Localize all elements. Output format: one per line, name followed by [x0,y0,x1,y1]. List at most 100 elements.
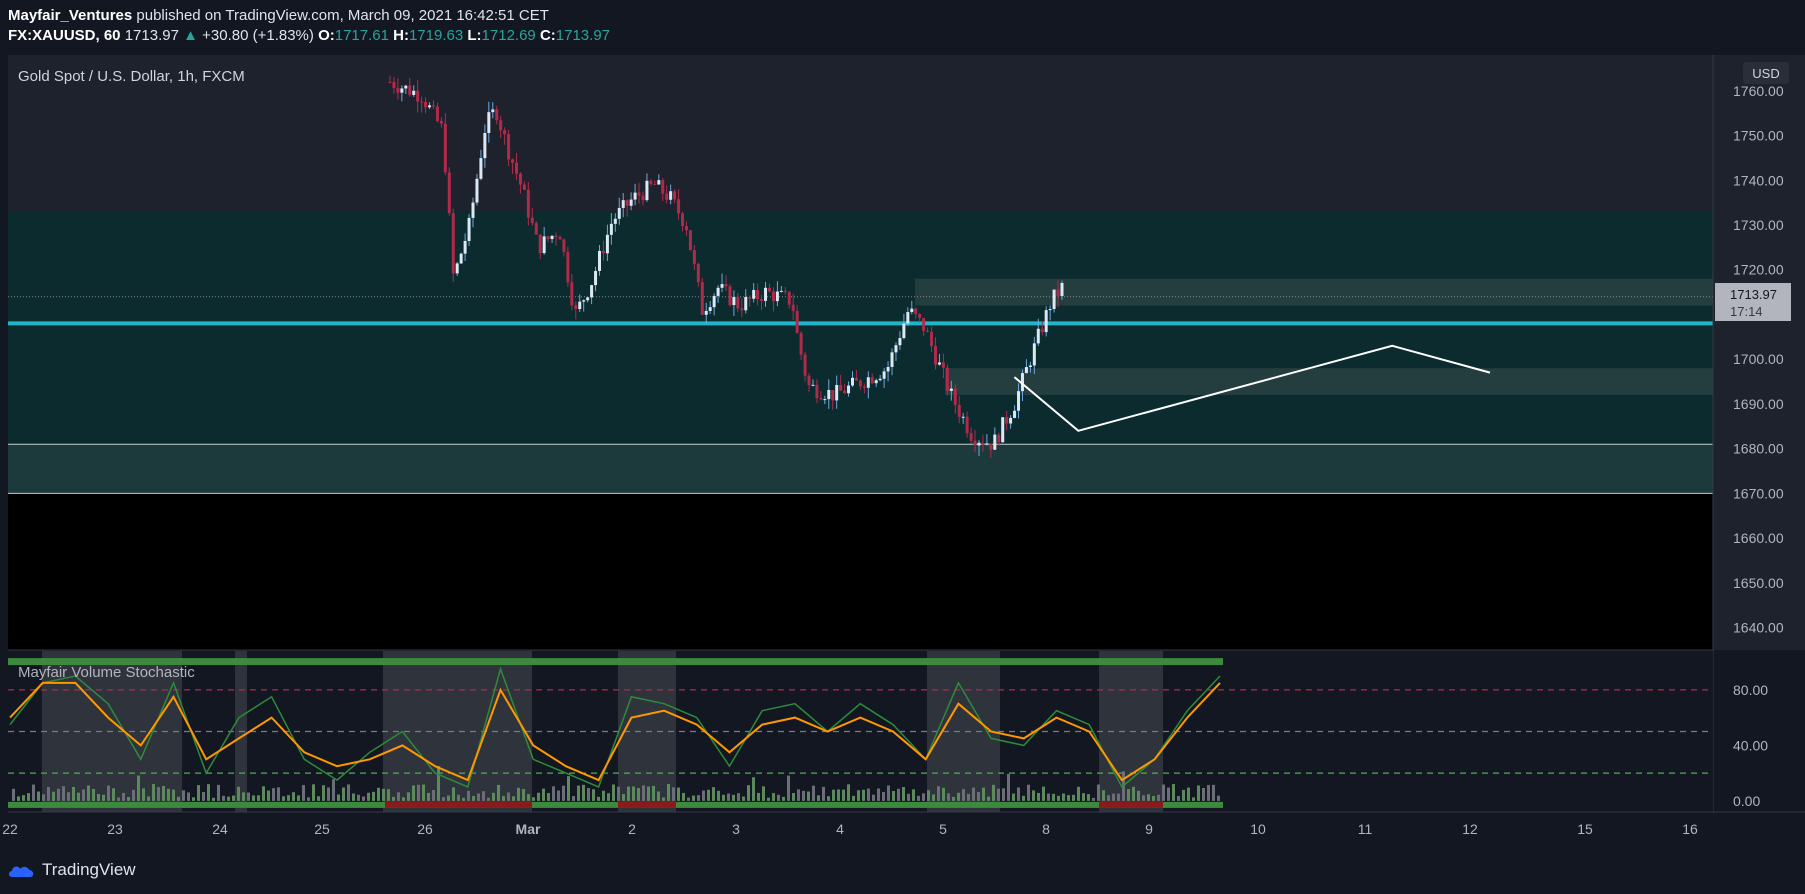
candle-body [641,195,645,201]
volume-bar [887,785,890,801]
candle[interactable] [945,364,949,396]
x-tick-label: 2 [628,821,636,837]
candle-body [420,101,424,103]
volume-bar [252,795,255,801]
candle-body [487,112,491,134]
candle-body [724,284,728,287]
volume-bar [1037,792,1040,801]
brand-name[interactable]: TradingView [42,860,136,880]
volume-bar [87,785,90,801]
tradingview-cloud-icon[interactable] [8,862,36,878]
indicator-title: Mayfair Volume Stochastic [18,664,195,681]
candle-body [673,191,677,200]
candle[interactable] [700,277,704,316]
volume-bar [437,766,440,801]
volume-bar [1207,785,1210,801]
volume-bar [172,789,175,801]
candle-body [941,362,945,368]
candle-body [827,390,831,400]
candle[interactable] [728,284,732,307]
candle-body [870,377,874,384]
candle[interactable] [688,229,692,251]
main-pane-lower-area [8,490,1713,650]
volume-bar [637,788,640,801]
volume-bar [1217,795,1220,801]
volume-bar [1197,785,1200,801]
candle[interactable] [1001,417,1005,443]
volume-bar [522,788,525,801]
volume-bar [797,789,800,801]
volume-bar [242,792,245,801]
candle-body [649,180,653,184]
candle[interactable] [1044,306,1048,337]
candle-body [787,291,791,305]
x-tick-label: 26 [417,821,433,837]
candle-body [617,207,621,219]
candle-body [700,282,704,315]
volume-bar [872,794,875,801]
candle-body [795,310,799,333]
candle-body [562,239,566,252]
candle-body [937,362,941,365]
volume-bar [262,786,265,801]
volume-bar [212,797,215,801]
zone-0[interactable] [8,211,1713,445]
volume-bar [777,794,780,801]
volume-bar [877,788,880,801]
candle-body [791,304,795,311]
volume-bar [387,789,390,801]
volume-bar [1112,793,1115,801]
candle-body [578,301,582,310]
candle-body [609,223,613,235]
candle-body [775,291,779,302]
x-tick-label: 25 [314,821,330,837]
volume-bar [987,796,990,801]
volume-bar [562,785,565,801]
x-tick-label: 4 [836,821,844,837]
candle-body [633,192,637,200]
candle-body [582,300,586,302]
candle-body [732,297,736,306]
candle-body [866,377,870,388]
candle-body [736,297,740,309]
volume-bar [152,784,155,801]
volume-bar [62,786,65,801]
zone-2[interactable] [915,278,1713,306]
candle-body [681,213,685,227]
candle-body [431,105,435,107]
candle-body [803,354,807,376]
candle[interactable] [534,221,538,235]
volume-bar [532,797,535,801]
price-chart[interactable]: Gold Spot / U.S. Dollar, 1h, FXCM 1640.0… [0,0,1805,894]
volume-bar [142,788,145,801]
volume-bar [477,793,480,801]
zone-1[interactable] [8,444,1713,494]
candle-body [566,251,570,283]
volume-bar [1127,789,1130,801]
volume-bar [702,790,705,801]
indicator-y-tick: 40.00 [1733,737,1768,753]
volume-bar [487,797,490,801]
y-tick-label: 1720.00 [1733,262,1784,278]
candle-body [507,134,511,160]
candle-body [491,109,495,113]
volume-bar [462,797,465,801]
volume-bar [552,786,555,801]
volume-bar [337,794,340,801]
volume-bar [997,788,1000,801]
candle[interactable] [459,252,463,264]
volume-bar [12,788,15,801]
candle-body [985,443,989,445]
volume-bar [222,795,225,801]
volume-bar [397,792,400,801]
volume-bar [37,791,40,801]
candle-body [819,398,823,400]
volume-bar [807,791,810,801]
candle-body [949,388,953,391]
volume-bar [697,795,700,801]
candle-body [961,416,965,418]
candle[interactable] [447,167,451,216]
zone-3[interactable] [945,368,1713,395]
candle[interactable] [566,246,570,287]
candle[interactable] [451,208,455,282]
